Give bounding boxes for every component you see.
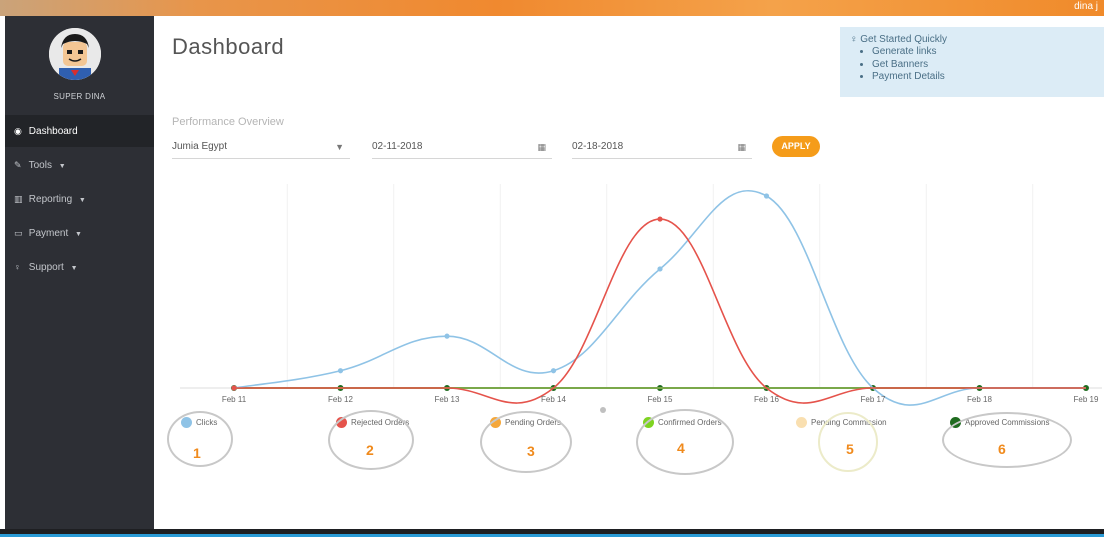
sidebar-item-tools[interactable]: ✎ Tools ▼ [5, 149, 154, 181]
store-select-value: Jumia Egypt [172, 141, 228, 152]
sidebar-item-reporting[interactable]: ▥ Reporting ▼ [5, 183, 154, 215]
sidebar-item-label: Tools [28, 160, 52, 171]
caret-down-icon: ▼ [70, 265, 78, 272]
series-point [231, 385, 237, 391]
annotation-number: 1 [193, 445, 201, 461]
calendar-icon[interactable]: ▦ [737, 137, 746, 157]
series-point [550, 368, 557, 374]
x-tick-label: Feb 17 [861, 395, 886, 404]
series-line [233, 189, 1086, 406]
annotation-number: 5 [846, 441, 854, 457]
date-from-input[interactable]: 02-11-2018 ▦ [372, 137, 552, 159]
sidebar-item-label: Dashboard [28, 126, 78, 137]
generate-links-link[interactable]: Generate links [872, 46, 1094, 59]
x-tick-label: Feb 12 [328, 395, 353, 404]
bar-chart-icon: ▥ [14, 194, 23, 204]
series-point [657, 266, 663, 272]
money-icon: ▭ [14, 228, 23, 238]
series-line [234, 218, 1086, 404]
bulb-icon: ♀ [850, 34, 858, 45]
store-select[interactable]: Jumia Egypt ▼ [172, 137, 350, 159]
bulb-icon: ♀ [14, 262, 21, 272]
annotation-ring [942, 412, 1072, 468]
calendar-icon[interactable]: ▦ [537, 137, 546, 157]
annotation-ring [480, 411, 572, 473]
x-tick-label: Feb 19 [1074, 395, 1099, 404]
caret-down-icon: ▼ [58, 163, 66, 170]
performance-chart: Feb 11 Feb 12 Feb 13 Feb 14 Feb 15 Feb 16 Feb … [180, 184, 1102, 406]
get-started-heading: ♀ Get Started Quickly [850, 34, 947, 45]
edit-icon: ✎ [14, 160, 22, 170]
annotation-number: 6 [998, 441, 1006, 457]
carousel-dot[interactable] [600, 407, 606, 413]
apply-button[interactable]: APPLY [772, 136, 820, 157]
annotation-number: 3 [527, 443, 535, 459]
series-point [763, 193, 770, 199]
annotation-number: 4 [677, 440, 685, 456]
sidebar-user-name: SUPER DINA [53, 92, 106, 101]
caret-down-icon: ▼ [335, 142, 344, 152]
date-from-value: 02-11-2018 [372, 141, 423, 152]
x-tick-label: Feb 15 [648, 395, 673, 404]
get-banners-link[interactable]: Get Banners [872, 59, 1094, 72]
sidebar-item-support[interactable]: ♀ Support ▼ [5, 251, 154, 283]
top-bar: dina j [0, 0, 1104, 16]
get-started-panel: ♀ Get Started Quickly Generate links Get… [840, 27, 1104, 97]
sidebar-item-label: Support [28, 262, 64, 273]
x-tick-label: Feb 13 [435, 395, 460, 404]
sidebar: SUPER DINA ◉ Dashboard ✎ Tools ▼ ▥ Repor… [5, 16, 154, 529]
sidebar-item-payment[interactable]: ▭ Payment ▼ [5, 217, 154, 249]
page-title: Dashboard [172, 34, 285, 59]
date-to-value: 02-18-2018 [572, 141, 624, 152]
sidebar-item-dashboard[interactable]: ◉ Dashboard [5, 115, 154, 147]
series-point [337, 368, 344, 374]
get-started-links: Generate links Get Banners Payment Detai… [850, 46, 1094, 84]
avatar[interactable] [49, 28, 101, 80]
performance-overview-title: Performance Overview [172, 116, 284, 128]
dashboard-icon: ◉ [14, 126, 22, 136]
sidebar-item-label: Payment [28, 228, 69, 239]
caret-down-icon: ▼ [75, 231, 82, 238]
avatar-image [49, 28, 101, 80]
bottom-bar [0, 529, 1104, 537]
x-tick-label: Feb 14 [541, 395, 566, 404]
annotation-number: 2 [366, 442, 374, 458]
header-user-name[interactable]: dina j [1074, 0, 1098, 14]
payment-details-link[interactable]: Payment Details [872, 71, 1094, 84]
legend-swatch [796, 417, 807, 428]
annotation-ring [328, 410, 414, 470]
x-tick-label: Feb 16 [754, 395, 779, 404]
sidebar-item-label: Reporting [28, 194, 73, 205]
x-tick-label: Feb 11 [222, 395, 247, 404]
x-tick-label: Feb 18 [967, 395, 992, 404]
caret-down-icon: ▼ [78, 197, 86, 204]
annotation-ring [636, 409, 734, 475]
series-point [444, 333, 450, 339]
date-to-input[interactable]: 02-18-2018 ▦ [572, 137, 752, 159]
series-point [657, 216, 663, 222]
